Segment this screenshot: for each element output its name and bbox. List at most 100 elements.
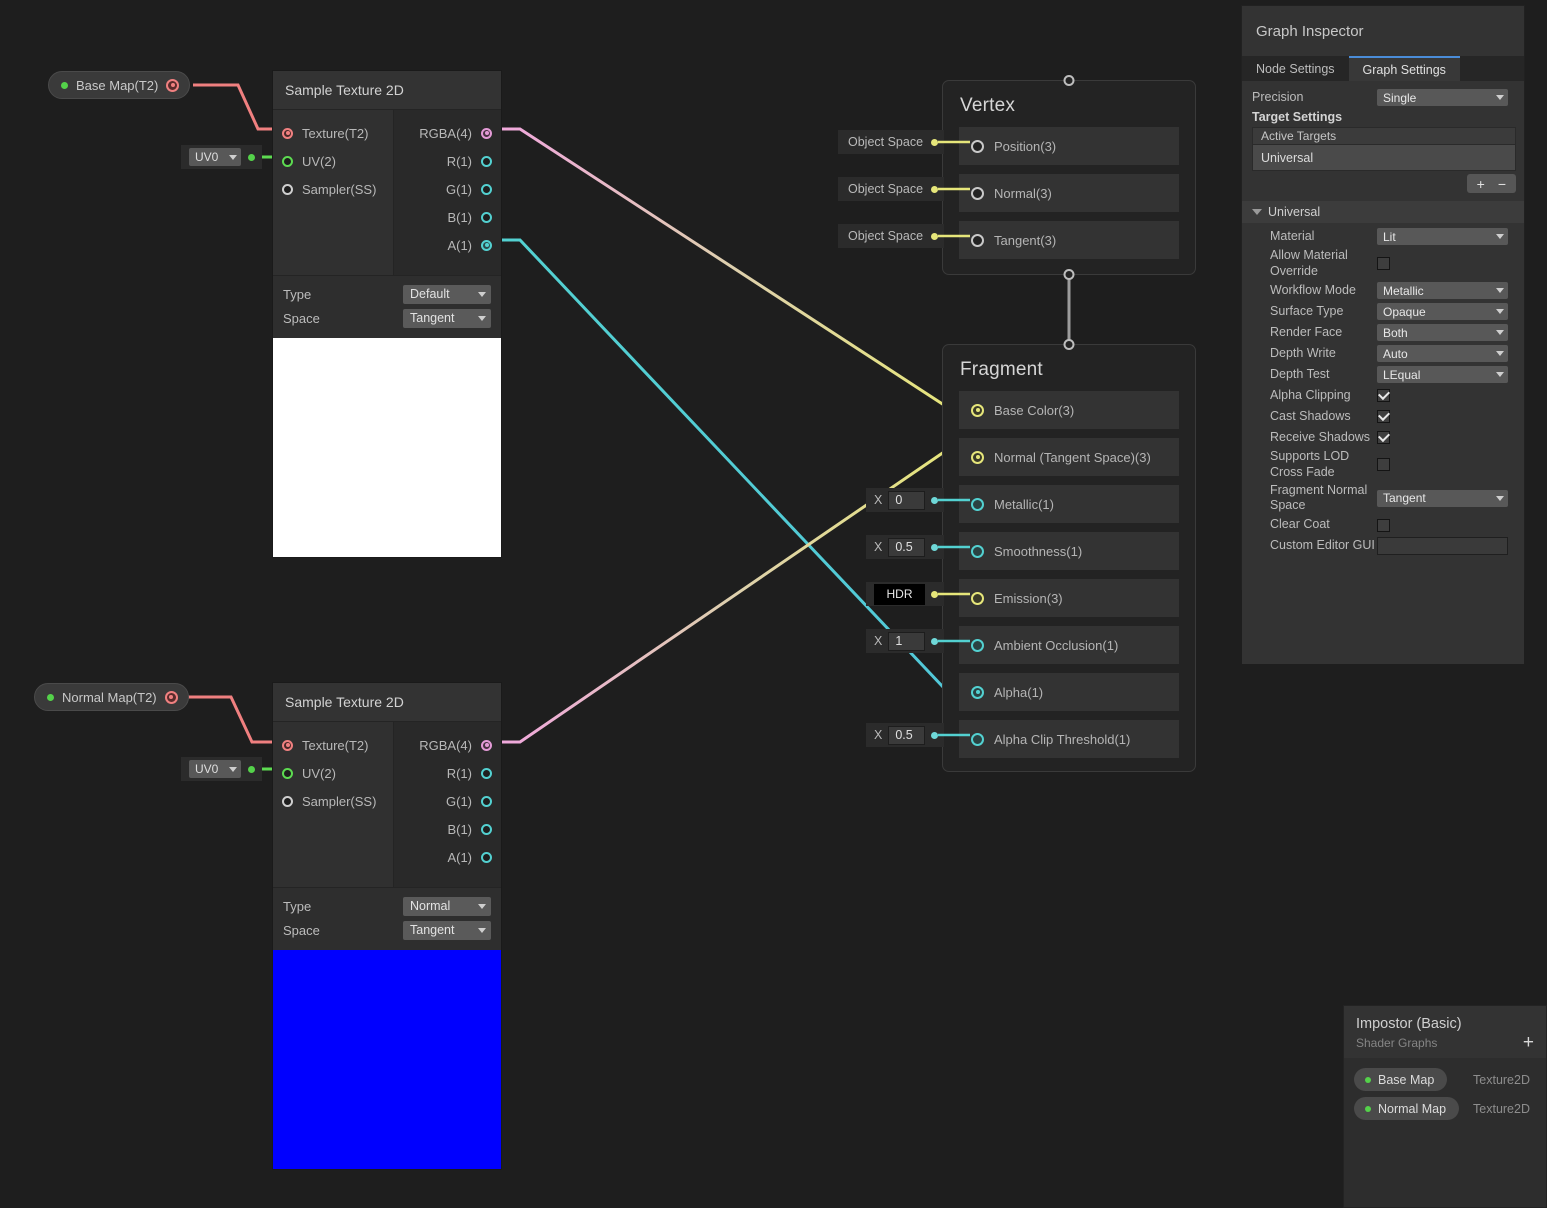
setting-fragment-normal-space[interactable]: Fragment Normal Space Tangent <box>1242 482 1524 515</box>
a-output-port-icon[interactable] <box>481 851 492 863</box>
texture-input-port-icon[interactable] <box>282 739 293 751</box>
universal-foldout[interactable]: Universal <box>1242 201 1524 223</box>
uv-channel-widget-2[interactable]: UV0 <box>181 757 262 781</box>
r-output-port-icon[interactable] <box>481 767 492 779</box>
rgba-output-port-icon[interactable] <box>481 127 492 139</box>
setting-custom-editor-gui[interactable]: Custom Editor GUI <box>1242 536 1524 557</box>
normal-input-port-icon[interactable] <box>971 450 984 464</box>
port-g[interactable]: G(1) <box>394 787 501 815</box>
port-rgba[interactable]: RGBA(4) <box>394 119 501 147</box>
setting-space[interactable]: Space Tangent <box>273 306 501 330</box>
material-dropdown[interactable]: Lit <box>1377 228 1508 245</box>
setting-depth-test[interactable]: Depth Test LEqual <box>1242 364 1524 385</box>
node-fragment[interactable]: Fragment Base Color(3) Normal (Tangent S… <box>942 339 1196 772</box>
uv-channel-widget[interactable]: UV0 <box>181 145 262 169</box>
vertex-row-position[interactable]: Position(3) <box>959 127 1179 165</box>
port-g[interactable]: G(1) <box>394 175 501 203</box>
uv-input-port-icon[interactable] <box>282 155 293 167</box>
b-output-port-icon[interactable] <box>481 211 492 223</box>
setting-material[interactable]: Material Lit <box>1242 226 1524 247</box>
setting-alpha-clipping[interactable]: Alpha Clipping <box>1242 385 1524 406</box>
g-output-port-icon[interactable] <box>481 183 492 195</box>
uv-input-port-icon[interactable] <box>282 767 293 779</box>
setting-cast-shadows[interactable]: Cast Shadows <box>1242 406 1524 427</box>
property-pill-normal-map[interactable]: Normal Map(T2) <box>34 683 189 711</box>
clear-coat-checkbox[interactable] <box>1377 518 1390 532</box>
smoothness-input-port-icon[interactable] <box>971 544 984 558</box>
port-texture[interactable]: Texture(T2) <box>273 119 393 147</box>
alpha-input-port-icon[interactable] <box>971 685 984 699</box>
emission-value-widget[interactable]: HDR <box>866 582 944 606</box>
texture-input-port-icon[interactable] <box>282 127 293 139</box>
node-sample-texture-2d-base[interactable]: Sample Texture 2D Texture(T2) UV(2) Samp… <box>272 70 502 558</box>
supports-lod-cross-fade-checkbox[interactable] <box>1377 458 1390 472</box>
emission-input-port-icon[interactable] <box>971 591 984 605</box>
node-preview[interactable] <box>273 950 501 1169</box>
add-property-button[interactable]: + <box>1523 1033 1534 1052</box>
setting-allow-material-override[interactable]: Allow Material Override <box>1242 247 1524 280</box>
property-pill[interactable]: Base Map <box>1354 1068 1448 1092</box>
property-pill[interactable]: Normal Map <box>1354 1097 1460 1121</box>
port-r[interactable]: R(1) <box>394 759 501 787</box>
smoothness-value-widget[interactable]: X 0.5 <box>866 535 944 559</box>
metallic-input-field[interactable]: 0 <box>888 490 925 510</box>
tab-node-settings[interactable]: Node Settings <box>1242 56 1349 81</box>
alpha-clipping-checkbox[interactable] <box>1377 389 1390 403</box>
ambient-occlusion-input-field[interactable]: 1 <box>888 631 925 651</box>
render-face-dropdown[interactable]: Both <box>1377 324 1508 342</box>
smoothness-input-field[interactable]: 0.5 <box>888 537 925 557</box>
type-dropdown[interactable]: Default <box>403 284 491 304</box>
tab-graph-settings[interactable]: Graph Settings <box>1348 56 1460 81</box>
ambient-occlusion-input-port-icon[interactable] <box>971 638 984 652</box>
fragment-row-ao[interactable]: Ambient Occlusion(1) <box>959 626 1179 664</box>
position-input-port-icon[interactable] <box>971 139 984 153</box>
space-dropdown[interactable]: Tangent <box>403 308 491 328</box>
fragment-row-normal[interactable]: Normal (Tangent Space)(3) <box>959 438 1179 476</box>
property-pill-base-map[interactable]: Base Map(T2) <box>48 71 191 99</box>
vertex-tangent-space-widget[interactable]: Object Space <box>838 224 944 248</box>
b-output-port-icon[interactable] <box>481 823 492 835</box>
add-target-button[interactable]: + <box>1477 177 1485 191</box>
vertex-top-nub[interactable] <box>1063 75 1075 86</box>
fragment-row-alpha[interactable]: Alpha(1) <box>959 673 1179 711</box>
port-sampler[interactable]: Sampler(SS) <box>273 175 393 203</box>
port-r[interactable]: R(1) <box>394 147 501 175</box>
node-sample-texture-2d-normal[interactable]: Sample Texture 2D Texture(T2) UV(2) Samp… <box>272 682 502 1170</box>
alpha-clip-threshold-input-field[interactable]: 0.5 <box>888 725 925 745</box>
fragment-row-metallic[interactable]: Metallic(1) <box>959 485 1179 523</box>
precision-dropdown[interactable]: Single <box>1377 89 1508 106</box>
metallic-value-widget[interactable]: X 0 <box>866 488 944 512</box>
remove-target-button[interactable]: − <box>1498 177 1506 191</box>
blackboard-item-normal-map[interactable]: Normal Map Texture2D <box>1354 1097 1536 1121</box>
cast-shadows-checkbox[interactable] <box>1377 410 1390 424</box>
fragment-top-nub[interactable] <box>1063 339 1075 350</box>
a-output-port-icon[interactable] <box>481 239 492 251</box>
vertex-position-space-widget[interactable]: Object Space <box>838 130 944 154</box>
sampler-input-port-icon[interactable] <box>282 795 293 807</box>
alpha-clip-threshold-input-port-icon[interactable] <box>971 732 984 746</box>
vertex-bottom-nub[interactable] <box>1063 269 1075 280</box>
fragment-row-base-color[interactable]: Base Color(3) <box>959 391 1179 429</box>
r-output-port-icon[interactable] <box>481 155 492 167</box>
setting-depth-write[interactable]: Depth Write Auto <box>1242 343 1524 364</box>
texture-output-port[interactable] <box>164 690 178 704</box>
setting-type[interactable]: Type Default <box>273 282 501 306</box>
port-rgba[interactable]: RGBA(4) <box>394 731 501 759</box>
uv-channel-dropdown[interactable]: UV0 <box>189 760 241 778</box>
custom-editor-gui-field[interactable] <box>1377 537 1508 556</box>
active-target-item[interactable]: Universal <box>1252 145 1516 171</box>
port-uv[interactable]: UV(2) <box>273 147 393 175</box>
port-a[interactable]: A(1) <box>394 231 501 259</box>
tangent-input-port-icon[interactable] <box>971 233 984 247</box>
metallic-input-port-icon[interactable] <box>971 497 984 511</box>
fragment-row-emission[interactable]: Emission(3) <box>959 579 1179 617</box>
alpha-clip-threshold-value-widget[interactable]: X 0.5 <box>866 723 944 747</box>
port-texture[interactable]: Texture(T2) <box>273 731 393 759</box>
port-sampler[interactable]: Sampler(SS) <box>273 787 393 815</box>
setting-receive-shadows[interactable]: Receive Shadows <box>1242 427 1524 448</box>
fragment-row-smoothness[interactable]: Smoothness(1) <box>959 532 1179 570</box>
type-dropdown[interactable]: Normal <box>403 896 491 916</box>
setting-supports-lod-cross-fade[interactable]: Supports LOD Cross Fade <box>1242 448 1524 481</box>
depth-write-dropdown[interactable]: Auto <box>1377 345 1508 363</box>
receive-shadows-checkbox[interactable] <box>1377 431 1390 445</box>
